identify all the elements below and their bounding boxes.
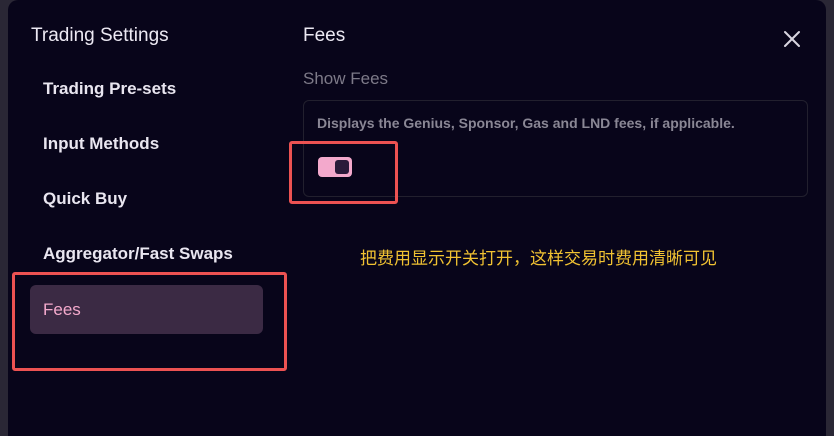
highlight-box-toggle [289, 141, 398, 204]
close-icon [784, 31, 800, 47]
close-button[interactable] [780, 27, 804, 51]
sidebar-item-label: Trading Pre-sets [43, 78, 177, 98]
sidebar-item-aggregator-fast-swaps[interactable]: Aggregator/Fast Swaps [30, 229, 263, 278]
sidebar-item-input-methods[interactable]: Input Methods [30, 119, 263, 168]
show-fees-description: Displays the Genius, Sponsor, Gas and LN… [317, 115, 735, 131]
sidebar-item-label: Aggregator/Fast Swaps [43, 243, 233, 263]
sidebar-item-label: Quick Buy [43, 188, 128, 208]
annotation-text: 把费用显示开关打开，这样交易时费用清晰可见 [360, 249, 717, 269]
sidebar-item-label: Input Methods [43, 133, 160, 153]
sidebar-item-quick-buy[interactable]: Quick Buy [30, 174, 263, 223]
sidebar-title: Trading Settings [31, 25, 169, 46]
show-fees-label: Show Fees [303, 69, 389, 88]
sidebar-item-trading-presets[interactable]: Trading Pre-sets [30, 64, 263, 113]
highlight-box-fees [12, 272, 287, 371]
section-title: Fees [303, 25, 346, 46]
page: Trading Settings Trading Pre-sets Input … [0, 0, 834, 436]
